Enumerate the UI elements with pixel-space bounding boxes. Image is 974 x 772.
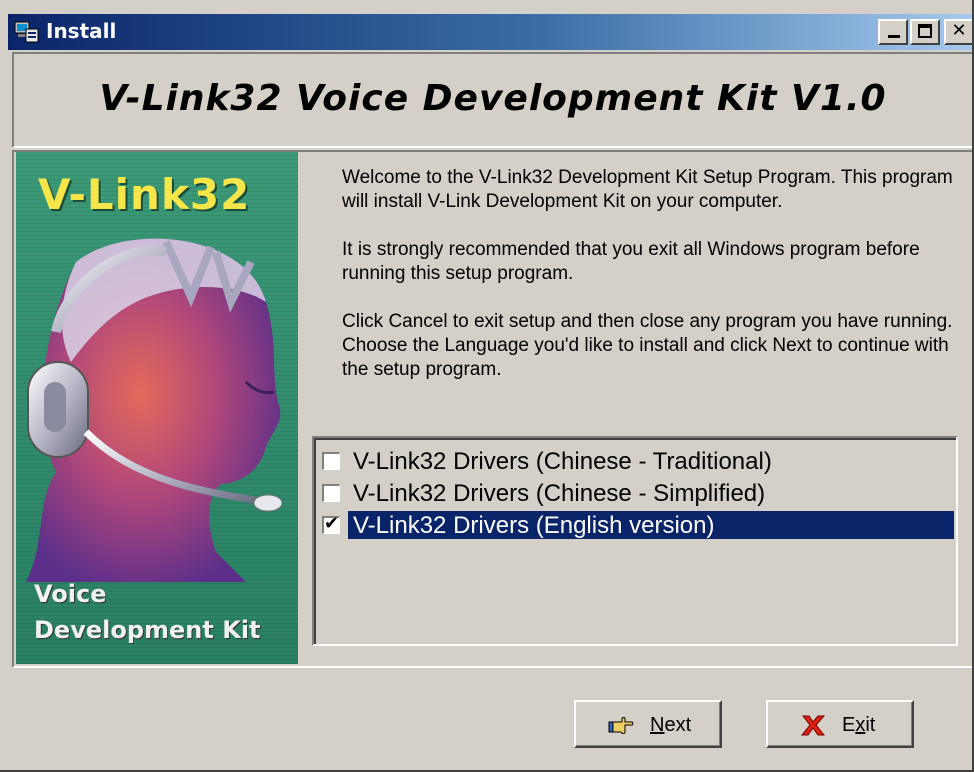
language-item-chinese-traditional[interactable]: V-Link32 Drivers (Chinese - Traditional) [320,446,956,476]
exit-label: Exit [842,714,876,736]
headset-woman-illustration [26,238,283,582]
side-banner: V-Link32 Voice Development Kit [16,152,298,664]
product-title: V-Link32 Voice Development Kit V1.0 [99,78,887,119]
header-panel: V-Link32 Voice Development Kit V1.0 [12,52,972,148]
maximize-icon [918,24,932,38]
minimize-icon [888,35,900,38]
language-label: V-Link32 Drivers (Chinese - Simplified) [353,480,766,507]
language-item-english[interactable]: ✔ V-Link32 Drivers (English version) [320,510,956,540]
welcome-paragraph-1: Welcome to the V-Link32 Development Kit … [342,167,953,212]
banner-subtitle-line2: Development Kit [34,616,261,644]
checkmark-icon: ✔ [324,513,340,534]
install-window: Install ✕ V-Link32 Voice Development Kit… [0,0,974,772]
checkbox[interactable]: ✔ [322,513,340,534]
language-label: V-Link32 Drivers (Chinese - Traditional) [353,448,772,475]
exit-button[interactable]: Exit [766,700,914,748]
language-item-chinese-simplified[interactable]: V-Link32 Drivers (Chinese - Simplified) [320,478,956,508]
checkbox[interactable] [322,484,340,502]
pointing-hand-icon [608,717,634,734]
banner-subtitle-line1: Voice [34,580,107,608]
close-icon: ✕ [951,20,967,41]
language-label: V-Link32 Drivers (English version) [353,512,715,539]
window-title: Install [46,19,117,43]
language-list[interactable]: V-Link32 Drivers (Chinese - Traditional)… [312,436,958,646]
close-button[interactable]: ✕ [944,19,972,45]
welcome-paragraph-2: It is strongly recommended that you exit… [342,239,920,284]
banner-title: V-Link32 [38,170,251,219]
welcome-text: Welcome to the V-Link32 Development Kit … [342,166,958,406]
red-x-icon [800,715,826,736]
maximize-button[interactable] [910,19,940,45]
welcome-paragraph-3: Click Cancel to exit setup and then clos… [342,311,953,380]
installer-computer-icon [14,21,39,43]
checkbox[interactable] [322,452,340,470]
minimize-button[interactable] [878,19,908,45]
language-list-inner: V-Link32 Drivers (Chinese - Traditional)… [314,438,956,644]
next-label: Next [650,714,692,736]
title-bar[interactable]: Install ✕ [8,14,972,50]
next-button[interactable]: Next [574,700,722,748]
